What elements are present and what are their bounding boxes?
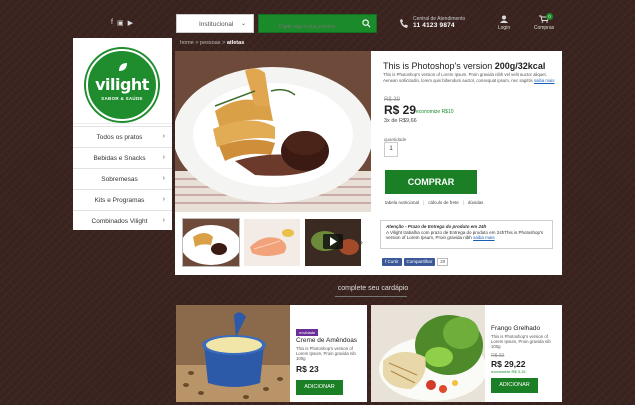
section-title: complete seu cardápio	[337, 285, 409, 292]
product-title-prefix: This is Photoshop's version	[383, 61, 495, 71]
chevron-right-icon: ›	[162, 154, 165, 161]
chevron-right-icon: ›	[162, 217, 165, 224]
recommendation-price: R$ 29,22	[491, 359, 526, 369]
quantity-input[interactable]: 1	[384, 142, 398, 157]
cart-label: Compras	[533, 25, 555, 31]
recommendation-description: This is Photoshop's version of Lorem Ips…	[296, 346, 356, 362]
sidebar-item-todos-os-pratos[interactable]: Todos os pratos ›	[73, 126, 172, 147]
sidebar-item-label: Combinados Vilight	[91, 218, 148, 225]
product-thumbnails	[182, 218, 361, 267]
recommendation-card: Frango Grelhado This is Photoshop's vers…	[371, 305, 562, 402]
chevron-right-icon: ›	[162, 196, 165, 203]
product-description-text: This is Photoshop's version of Lorem Ips…	[383, 72, 547, 83]
tab-calculo-de-frete[interactable]: cálculo de frete	[428, 200, 459, 205]
instagram-icon[interactable]: ▣	[117, 19, 124, 27]
breadcrumb-home[interactable]: home	[180, 40, 194, 46]
social-share: f Curtir Compartilhar 20	[382, 258, 449, 266]
thumbnail-image[interactable]	[182, 218, 240, 267]
category-select[interactable]: Institucional ⌄	[176, 14, 254, 33]
thumbnail-video[interactable]	[305, 219, 361, 266]
product-description: This is Photoshop's version of Lorem Ips…	[383, 72, 555, 83]
product-title-bold: 200g/32kcal	[494, 61, 546, 71]
add-button[interactable]: ADICIONAR	[491, 378, 538, 393]
logo-name: vilight	[95, 75, 149, 94]
economy-label: economize R$10	[416, 109, 454, 115]
cart-count-badge: 0	[546, 13, 553, 20]
sidebar-item-label: Todos os pratos	[96, 134, 143, 141]
breadcrumb-current: atletas	[226, 40, 245, 46]
add-button[interactable]: ADICIONAR	[296, 380, 343, 395]
sidebar-item-label: Bebidas e Snacks	[93, 155, 146, 162]
sidebar-item-combinados-vilight[interactable]: Combinados Vilight ›	[73, 210, 172, 231]
tab-duvidas[interactable]: dúvidas	[468, 200, 484, 205]
logo-badge: vilight SABOR & SAÚDE	[86, 49, 158, 121]
recommendation-card: novidade Creme de Amêndoas This is Photo…	[176, 305, 367, 402]
notice-text: A Vilight trabalha com prazo de Entrega …	[386, 229, 544, 241]
cart-button[interactable]: 0 Compras	[533, 13, 555, 31]
breadcrumb-separator: >	[195, 40, 199, 46]
recommendation-name[interactable]: Frango Grelhado	[491, 325, 540, 332]
breadcrumb: home > pessoas > atletas	[180, 40, 244, 46]
breadcrumb-separator: >	[222, 40, 226, 46]
novidade-badge: novidade	[296, 329, 319, 336]
sidebar-item-label: Kits e Programas	[94, 197, 145, 204]
category-menu: Todos os pratos › Bebidas e Snacks › Sob…	[73, 126, 172, 231]
login-button[interactable]: Login	[496, 15, 512, 31]
notice-title: Atenção - Prazo de Entrega do produto em…	[386, 224, 487, 229]
phone-icon	[400, 19, 408, 28]
tab-separator: |	[423, 200, 425, 205]
search-bar	[258, 14, 377, 36]
recommendation-economy: economize R$ 3,15	[491, 369, 526, 374]
sidebar-item-kits-e-programas[interactable]: Kits e Programas ›	[73, 189, 172, 210]
product-card: › This is Photoshop's version 200g/32kca…	[175, 51, 562, 275]
delivery-notice: Atenção - Prazo de Entrega do produto em…	[380, 220, 553, 249]
leaf-icon	[119, 63, 127, 71]
social-links: f ▣ ▶	[111, 19, 133, 27]
notice-link[interactable]: saiba mais	[473, 235, 495, 240]
chevron-right-icon: ›	[162, 175, 165, 182]
sidebar-item-sobremesas[interactable]: Sobremesas ›	[73, 168, 172, 189]
thumbnails-next-arrow[interactable]: ›	[360, 237, 363, 247]
recommendation-image[interactable]	[176, 305, 290, 402]
product-tabs: tabela nutricional | cálculo de frete | …	[385, 200, 483, 205]
recommendation-price: R$ 23	[296, 364, 319, 374]
recommendation-description: This is Photoshop's version of Lorem Ips…	[491, 334, 551, 350]
price: R$ 29	[384, 103, 417, 117]
chevron-down-icon: ⌄	[240, 21, 246, 27]
installments: 3x de R$9,66	[384, 118, 417, 124]
sidebar-item-label: Sobremesas	[101, 176, 138, 183]
facebook-share-button[interactable]: Compartilhar	[403, 258, 436, 266]
share-count: 20	[437, 258, 449, 266]
product-title: This is Photoshop's version 200g/32kcal	[383, 61, 545, 71]
logo[interactable]: vilight SABOR & SAÚDE	[73, 38, 172, 124]
search-icon[interactable]	[362, 19, 371, 28]
login-label: Login	[497, 25, 511, 31]
read-more-link[interactable]: saiba mais	[534, 78, 555, 83]
category-select-value: Institucional	[199, 21, 234, 28]
recommendation-image[interactable]	[371, 305, 485, 402]
tab-tabela-nutricional[interactable]: tabela nutricional	[385, 200, 419, 205]
tab-separator: |	[462, 200, 464, 205]
section-divider	[335, 296, 407, 297]
facebook-icon[interactable]: f	[111, 19, 113, 27]
facebook-like-label: Curtir	[387, 259, 399, 264]
sidebar-item-bebidas-e-snacks[interactable]: Bebidas e Snacks ›	[73, 147, 172, 168]
facebook-like-button[interactable]: f Curtir	[382, 258, 402, 266]
breadcrumb-section[interactable]: pessoas	[200, 40, 221, 46]
recommendation-name[interactable]: Creme de Amêndoas	[296, 337, 357, 344]
youtube-icon[interactable]: ▶	[128, 19, 133, 27]
product-main-image[interactable]	[175, 51, 371, 212]
phone-number: 11 4123 9874	[413, 22, 455, 29]
buy-button[interactable]: COMPRAR	[385, 170, 477, 194]
user-icon	[500, 15, 508, 23]
sidebar: vilight SABOR & SAÚDE Todos os pratos › …	[73, 38, 172, 230]
thumbnail-image[interactable]	[244, 219, 300, 266]
logo-tagline: SABOR & SAÚDE	[101, 96, 143, 101]
chevron-right-icon: ›	[162, 133, 165, 140]
search-input[interactable]	[259, 18, 359, 36]
